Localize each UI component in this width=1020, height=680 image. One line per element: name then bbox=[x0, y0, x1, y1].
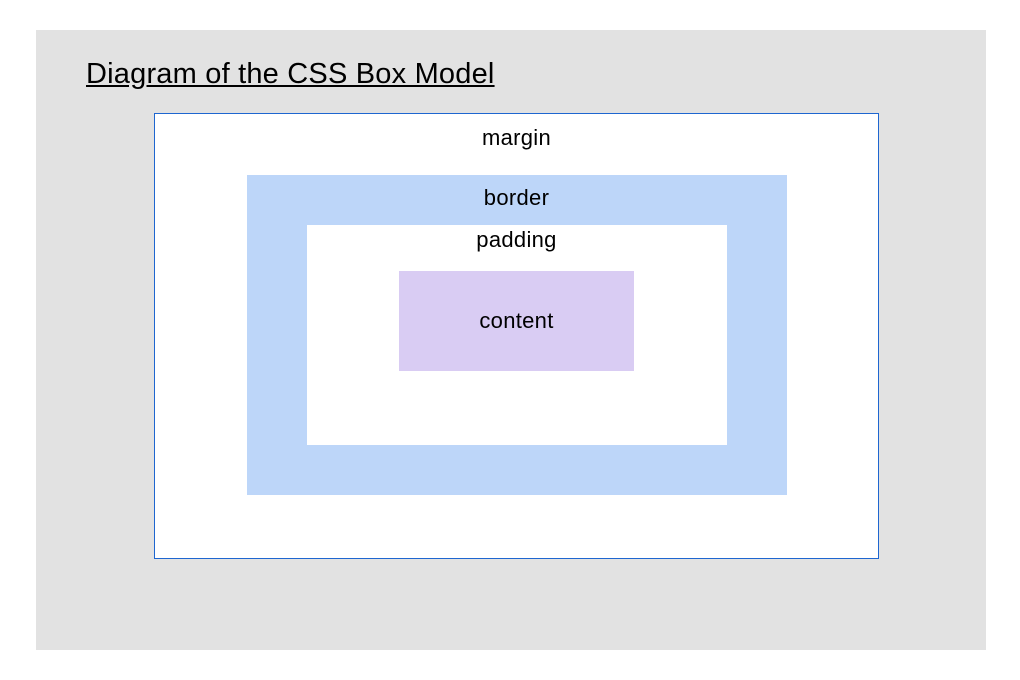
diagram-title: Diagram of the CSS Box Model bbox=[86, 58, 936, 91]
content-layer: content bbox=[399, 271, 634, 371]
padding-label: padding bbox=[307, 227, 727, 253]
diagram-panel: Diagram of the CSS Box Model margin bord… bbox=[36, 30, 986, 650]
margin-layer: margin border padding content bbox=[154, 113, 879, 559]
border-layer: border padding content bbox=[247, 175, 787, 495]
padding-layer: padding content bbox=[307, 225, 727, 445]
margin-label: margin bbox=[155, 125, 878, 151]
box-model-diagram: margin border padding content bbox=[154, 113, 936, 559]
border-label: border bbox=[247, 185, 787, 211]
content-label: content bbox=[479, 308, 553, 334]
